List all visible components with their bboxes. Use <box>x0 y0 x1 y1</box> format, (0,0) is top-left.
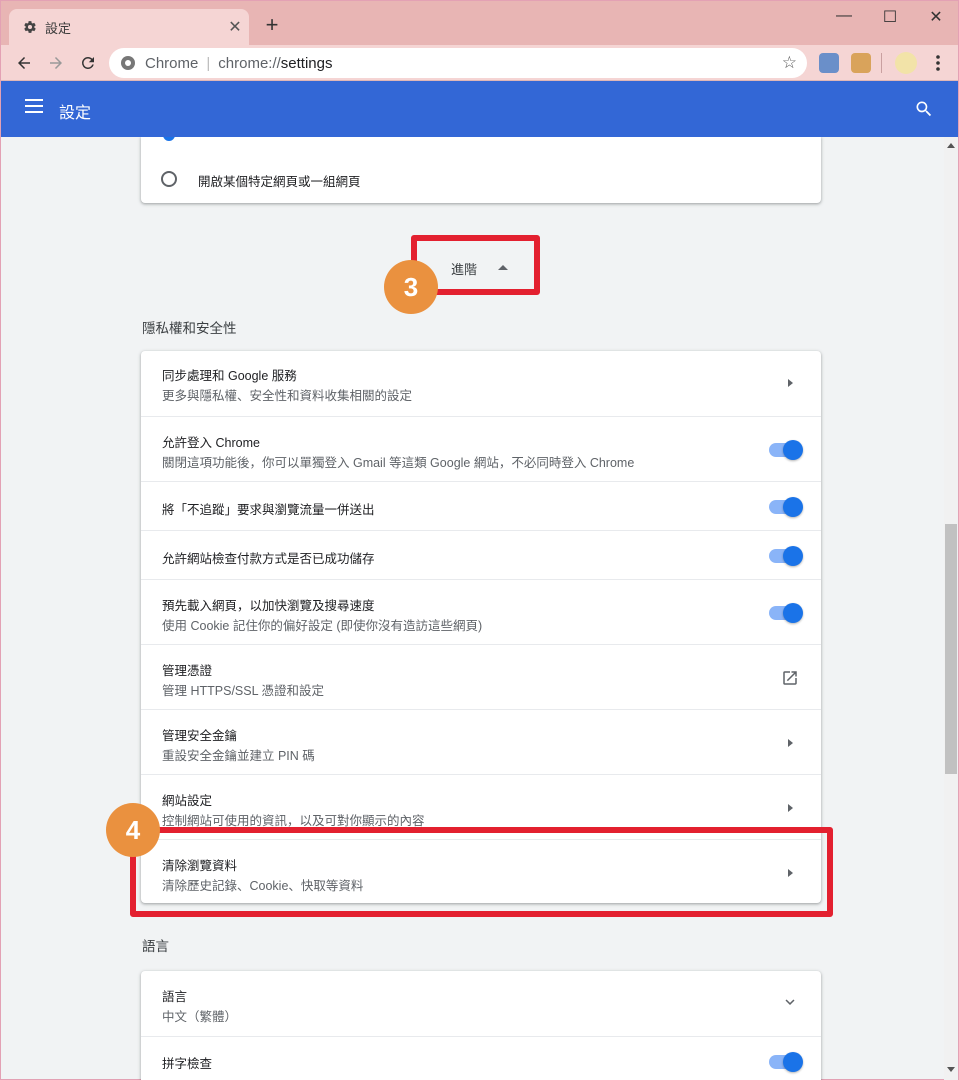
scroll-up-arrow-icon[interactable] <box>947 143 955 148</box>
row-preload-pages[interactable]: 預先載入網頁，以加快瀏覽及搜尋速度 使用 Cookie 記住你的偏好設定 (即使… <box>141 579 821 644</box>
extension-translate-icon[interactable] <box>819 53 839 73</box>
languages-card: 語言 中文（繁體） 拼字檢查 <box>141 971 821 1080</box>
page-scrollbar[interactable] <box>944 137 958 1080</box>
browser-titlebar: 設定 ✕ + — ☐ ✕ <box>1 1 958 45</box>
row-sync-services[interactable]: 同步處理和 Google 服務 更多與隱私權、安全性和資料收集相關的設定 <box>141 351 821 416</box>
row-title: 預先載入網頁，以加快瀏覽及搜尋速度 <box>162 599 375 613</box>
startup-card: 開啟某個特定網頁或一組網頁 <box>141 137 821 203</box>
avatar[interactable] <box>895 52 917 74</box>
scroll-down-arrow-icon[interactable] <box>947 1067 955 1072</box>
maximize-button[interactable]: ☐ <box>867 7 913 27</box>
step-badge-3: 3 <box>384 260 438 314</box>
privacy-section-title: 隱私權和安全性 <box>142 321 237 336</box>
row-title: 語言 <box>162 990 188 1004</box>
row-payment-methods[interactable]: 允許網站檢查付款方式是否已成功儲存 <box>141 530 821 579</box>
toggle-switch[interactable] <box>769 603 803 623</box>
window-close-button[interactable]: ✕ <box>913 7 959 27</box>
callout-box-4 <box>130 827 833 917</box>
omnibox-url-scheme: chrome:// <box>218 54 281 72</box>
languages-section-title: 語言 <box>142 939 169 954</box>
settings-header: 設定 <box>1 81 958 137</box>
omnibox-separator: | <box>206 54 211 72</box>
bookmark-star-icon[interactable]: ☆ <box>782 53 797 73</box>
search-icon[interactable] <box>914 99 934 119</box>
row-subtitle: 管理 HTTPS/SSL 憑證和設定 <box>162 684 325 698</box>
row-language[interactable]: 語言 中文（繁體） <box>141 971 821 1036</box>
page-title: 設定 <box>59 105 92 122</box>
external-link-icon <box>781 669 799 687</box>
row-subtitle: 更多與隱私權、安全性和資料收集相關的設定 <box>162 389 413 403</box>
row-allow-chrome-signin[interactable]: 允許登入 Chrome 關閉這項功能後，你可以單獨登入 Gmail 等這類 Go… <box>141 416 821 481</box>
row-do-not-track[interactable]: 將「不追蹤」要求與瀏覽流量一併送出 <box>141 481 821 530</box>
row-spellcheck[interactable]: 拼字檢查 <box>141 1036 821 1080</box>
row-title: 同步處理和 Google 服務 <box>162 369 297 383</box>
new-tab-button[interactable]: + <box>261 13 283 37</box>
chevron-right-icon <box>788 804 793 812</box>
back-arrow-icon[interactable] <box>11 50 37 76</box>
browser-toolbar: Chrome | chrome://settings ☆ <box>1 45 958 81</box>
gear-icon <box>23 20 37 34</box>
row-title: 拼字檢查 <box>162 1057 213 1071</box>
chevron-right-icon <box>788 739 793 747</box>
toggle-switch[interactable] <box>769 546 803 566</box>
reload-icon[interactable] <box>75 50 101 76</box>
row-manage-security-keys[interactable]: 管理安全金鑰 重設安全金鑰並建立 PIN 碼 <box>141 709 821 774</box>
toolbar-divider <box>881 53 882 73</box>
more-menu-icon[interactable] <box>931 53 945 73</box>
minimize-button[interactable]: — <box>821 7 867 25</box>
settings-content: 開啟某個特定網頁或一組網頁 進階 3 隱私權和安全性 同步處理和 Google … <box>1 137 944 1080</box>
startup-radio[interactable] <box>161 171 177 187</box>
toggle-switch[interactable] <box>769 1052 803 1072</box>
omnibox-chip: Chrome <box>145 54 199 72</box>
radio-selected-partial[interactable] <box>163 137 175 141</box>
row-subtitle: 中文（繁體） <box>162 1010 238 1024</box>
row-title: 允許網站檢查付款方式是否已成功儲存 <box>162 552 375 566</box>
toggle-switch[interactable] <box>769 497 803 517</box>
row-title: 管理安全金鑰 <box>162 729 238 743</box>
privacy-card: 同步處理和 Google 服務 更多與隱私權、安全性和資料收集相關的設定 允許登… <box>141 351 821 903</box>
address-bar[interactable]: Chrome | chrome://settings ☆ <box>109 48 807 78</box>
step-badge-4: 4 <box>106 803 160 857</box>
row-title: 管理憑證 <box>162 664 213 678</box>
chevron-right-icon <box>788 379 793 387</box>
row-title: 將「不追蹤」要求與瀏覽流量一併送出 <box>162 503 375 517</box>
forward-arrow-icon[interactable] <box>43 50 69 76</box>
toggle-switch[interactable] <box>769 440 803 460</box>
scrollbar-thumb[interactable] <box>945 524 957 774</box>
chevron-down-icon <box>781 993 799 1011</box>
row-subtitle: 重設安全金鑰並建立 PIN 碼 <box>162 749 315 763</box>
hamburger-menu-icon[interactable] <box>25 99 43 113</box>
row-subtitle: 關閉這項功能後，你可以單獨登入 Gmail 等這類 Google 網站，不必同時… <box>162 456 635 470</box>
extension-face-icon[interactable] <box>851 53 871 73</box>
tab-title: 設定 <box>45 20 72 36</box>
browser-tab[interactable]: 設定 ✕ <box>9 9 249 45</box>
omnibox-url-path: settings <box>280 54 333 72</box>
row-subtitle: 使用 Cookie 記住你的偏好設定 (即使你沒有造訪這些網頁) <box>162 619 483 633</box>
tab-close-icon[interactable]: ✕ <box>221 17 249 37</box>
chrome-page-icon <box>121 56 135 70</box>
row-manage-certificates[interactable]: 管理憑證 管理 HTTPS/SSL 憑證和設定 <box>141 644 821 709</box>
row-title: 允許登入 Chrome <box>162 436 260 450</box>
row-title: 網站設定 <box>162 794 213 808</box>
startup-radio-label: 開啟某個特定網頁或一組網頁 <box>198 175 361 189</box>
